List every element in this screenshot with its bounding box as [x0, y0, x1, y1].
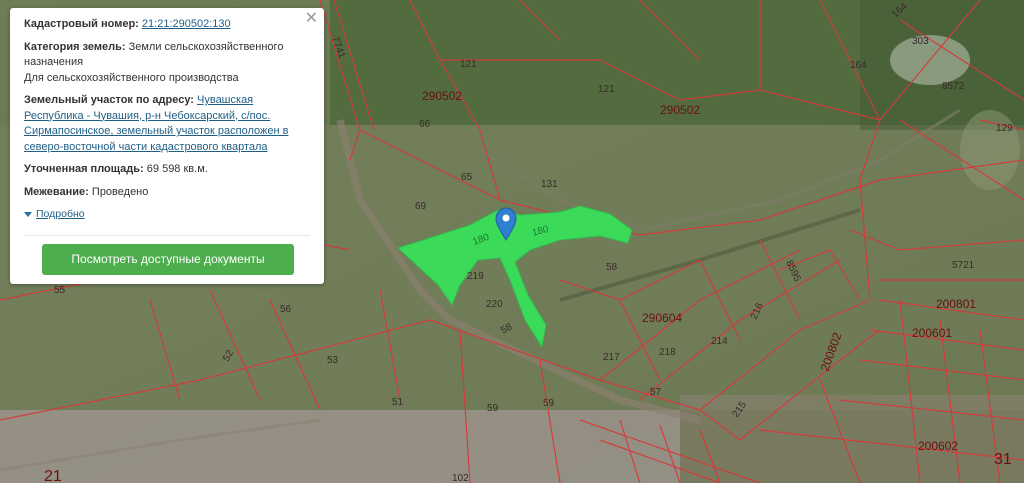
area-value: 69 598 кв.м.	[146, 163, 208, 175]
details-toggle[interactable]: Подробно	[24, 207, 85, 223]
address-label: Земельный участок по адресу:	[24, 94, 194, 106]
survey-value: Проведено	[91, 185, 149, 198]
parcel-label: 57	[650, 387, 662, 398]
parcel-label: 51	[392, 397, 404, 408]
parcel-label: 102	[452, 473, 469, 483]
cadastral-number-row: Кадастровый номер: 21:21:290502:130	[24, 17, 310, 33]
parcel-label: 55	[54, 285, 66, 296]
area-row: Уточненная площадь: 69 598 кв.м.	[24, 162, 310, 178]
quarter-label: 290502	[660, 103, 700, 117]
quarter-label: 290502	[422, 89, 462, 103]
parcel-label: 8572	[942, 81, 965, 92]
parcel-label: 131	[541, 179, 558, 190]
chevron-down-icon	[24, 212, 32, 218]
parcel-label: 21	[44, 468, 62, 483]
divider	[24, 235, 310, 236]
survey-row: Межевание: Проведено	[24, 185, 310, 201]
parcel-info-card: ✕ Кадастровый номер: 21:21:290502:130 Ка…	[10, 8, 324, 284]
parcel-label: 303	[912, 36, 929, 47]
parcel-label: 59	[543, 398, 555, 409]
parcel-label: 59	[487, 403, 499, 414]
parcel-label: 214	[711, 336, 728, 347]
parcel-label: 31	[994, 451, 1012, 468]
quarter-label: 200601	[912, 326, 952, 340]
area-label: Уточненная площадь:	[24, 163, 144, 175]
cadastral-number-label: Кадастровый номер:	[24, 18, 139, 30]
quarter-label: 200801	[936, 297, 976, 311]
land-category-label: Категория земель:	[24, 40, 126, 53]
parcel-label: 56	[280, 304, 292, 315]
cadastral-number-link[interactable]: 21:21:290502:130	[142, 18, 231, 30]
parcel-label: 65	[461, 172, 473, 183]
parcel-label: 53	[327, 355, 339, 366]
parcel-label: 66	[419, 119, 431, 130]
parcel-label: 121	[460, 59, 477, 70]
parcel-label: 218	[659, 347, 676, 358]
parcel-label: 219	[467, 271, 484, 282]
close-icon[interactable]: ✕	[305, 11, 318, 27]
parcel-label: 69	[415, 201, 427, 212]
land-use-value: Для сельскохозяйственного производства	[24, 71, 239, 84]
parcel-label: 121	[598, 84, 615, 95]
parcel-label: 164	[850, 60, 867, 71]
quarter-label: 290604	[642, 311, 682, 325]
address-row: Земельный участок по адресу: Чувашская Р…	[24, 93, 310, 155]
parcel-label: 58	[606, 262, 618, 273]
parcel-label: 217	[603, 352, 620, 363]
parcel-label: 129	[996, 123, 1013, 134]
survey-label: Межевание:	[24, 185, 89, 198]
parcel-label: 220	[486, 299, 503, 310]
parcel-label: 5721	[952, 260, 975, 271]
land-category-row: Категория земель: Земли сельскохозяйстве…	[24, 40, 310, 87]
details-link[interactable]: Подробно	[36, 207, 85, 223]
view-documents-button[interactable]: Посмотреть доступные документы	[42, 244, 294, 275]
quarter-label: 200602	[918, 439, 958, 453]
